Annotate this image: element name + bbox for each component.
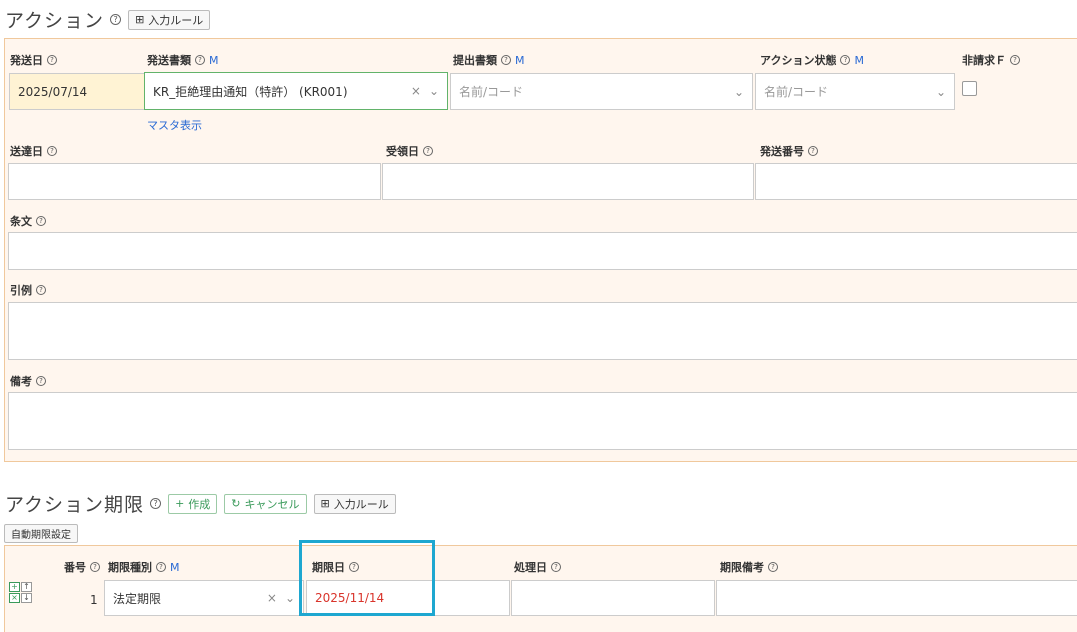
help-icon[interactable]: ?: [36, 216, 46, 226]
auto-deadline-button[interactable]: 自動期限設定: [4, 524, 78, 543]
send-number-input[interactable]: [755, 163, 1077, 200]
help-icon[interactable]: ?: [47, 55, 57, 65]
deadline-note-input[interactable]: [716, 580, 1077, 616]
refresh-icon: ↻: [231, 497, 241, 510]
move-up-icon[interactable]: ↑: [21, 582, 32, 592]
table-icon: ⊞: [320, 497, 330, 510]
delete-row-icon[interactable]: ×: [9, 593, 20, 603]
help-icon[interactable]: ?: [1010, 55, 1020, 65]
help-icon[interactable]: ?: [47, 146, 57, 156]
number-column-header: 番号?: [64, 559, 100, 575]
create-button[interactable]: + 作成: [168, 493, 218, 514]
receipt-date-label: 受領日?: [386, 143, 433, 159]
help-icon[interactable]: ?: [150, 498, 162, 509]
article-label: 条文?: [10, 213, 46, 229]
help-icon[interactable]: ?: [551, 562, 561, 572]
remarks-textarea[interactable]: [8, 392, 1077, 450]
clear-icon[interactable]: ×: [267, 591, 277, 605]
submit-doc-select[interactable]: 名前/コード ⌄: [450, 73, 753, 110]
chevron-down-icon[interactable]: ⌄: [734, 85, 744, 99]
help-icon[interactable]: ?: [501, 55, 511, 65]
delivery-date-label: 送達日?: [10, 143, 57, 159]
citation-label: 引例?: [10, 282, 46, 298]
note-column-header: 期限備考?: [720, 559, 778, 575]
help-icon[interactable]: ?: [36, 285, 46, 295]
remarks-label: 備考?: [10, 373, 46, 389]
clear-icon[interactable]: ×: [411, 84, 421, 98]
row-controls: + ↑ × ↓: [9, 582, 32, 603]
action-status-select[interactable]: 名前/コード ⌄: [755, 73, 955, 110]
deadline-section-title: アクション期限: [5, 494, 145, 516]
move-down-icon[interactable]: ↓: [21, 593, 32, 603]
help-icon[interactable]: ?: [808, 146, 818, 156]
send-doc-select[interactable]: KR_拒絶理由通知（特許） (KR001) × ⌄: [144, 72, 448, 110]
non-claim-label: 非請求Ｆ?: [962, 52, 1020, 68]
help-icon[interactable]: ?: [90, 562, 100, 572]
send-date-input[interactable]: 2025/07/14: [9, 73, 145, 110]
add-row-icon[interactable]: +: [9, 582, 20, 592]
article-input[interactable]: [8, 232, 1077, 270]
plus-icon: +: [175, 497, 185, 510]
master-m-link[interactable]: M: [515, 54, 525, 67]
cancel-button[interactable]: ↻ キャンセル: [224, 493, 307, 514]
master-m-link[interactable]: M: [209, 54, 219, 67]
process-date-column-header: 処理日?: [514, 559, 561, 575]
highlight-box: [299, 540, 435, 616]
type-column-header: 期限種別? M: [108, 560, 180, 575]
send-date-label: 発送日?: [10, 52, 57, 68]
row-number: 1: [90, 593, 98, 607]
master-m-link[interactable]: M: [170, 561, 180, 574]
help-icon[interactable]: ?: [36, 376, 46, 386]
master-display-link[interactable]: マスタ表示: [147, 117, 202, 133]
help-icon[interactable]: ?: [768, 562, 778, 572]
action-status-label: アクション状態? M: [760, 53, 864, 68]
send-number-label: 発送番号?: [760, 143, 818, 159]
process-date-input[interactable]: [511, 580, 715, 616]
send-doc-label: 発送書類? M: [147, 53, 219, 68]
help-icon[interactable]: ?: [195, 55, 205, 65]
chevron-down-icon[interactable]: ⌄: [429, 84, 439, 98]
help-icon[interactable]: ?: [156, 562, 166, 572]
chevron-down-icon[interactable]: ⌄: [936, 85, 946, 99]
table-icon: ⊞: [135, 13, 145, 26]
help-icon[interactable]: ?: [423, 146, 433, 156]
deadline-type-select[interactable]: 法定期限 × ⌄: [104, 580, 304, 616]
submit-doc-label: 提出書類? M: [453, 53, 525, 68]
citation-textarea[interactable]: [8, 302, 1077, 360]
deadline-section-header: アクション期限 ? + 作成 ↻ キャンセル ⊞ 入力ルール: [5, 490, 396, 517]
delivery-date-input[interactable]: [8, 163, 381, 200]
non-claim-checkbox[interactable]: [962, 81, 977, 96]
input-rule-button[interactable]: ⊞ 入力ルール: [313, 493, 396, 514]
action-section-title: アクション: [5, 10, 105, 32]
input-rule-button[interactable]: ⊞ 入力ルール: [128, 9, 211, 30]
help-icon[interactable]: ?: [110, 14, 122, 25]
action-section-header: アクション ? ⊞ 入力ルール: [5, 6, 211, 33]
master-m-link[interactable]: M: [854, 54, 864, 67]
help-icon[interactable]: ?: [840, 55, 851, 65]
receipt-date-input[interactable]: [382, 163, 754, 200]
chevron-down-icon[interactable]: ⌄: [285, 591, 295, 605]
